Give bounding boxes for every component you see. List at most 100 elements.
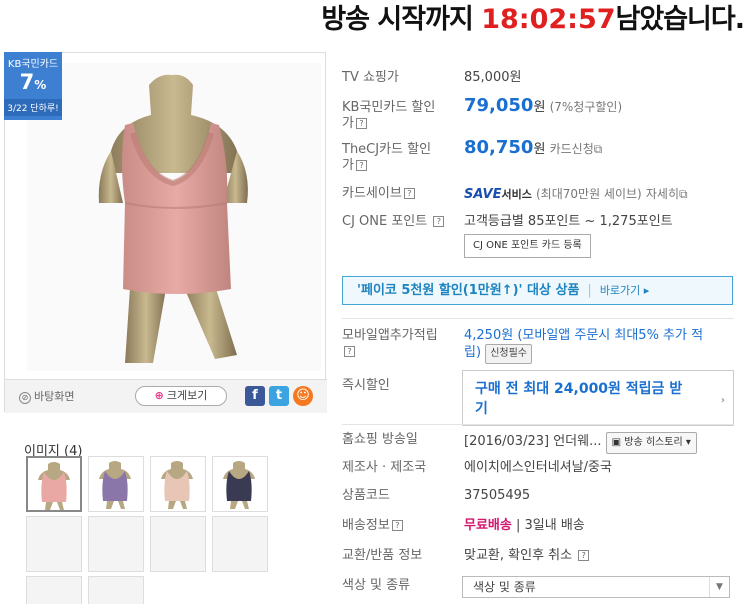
cj-price-value: 80,750 [464,137,534,158]
cj-one-label-text: CJ ONE 포인트 [342,214,428,229]
shipping-label: 배송정보? [342,518,403,534]
kb-price-value: 79,050 [464,95,534,116]
popup-icon: ⧉ [593,142,603,156]
code-value: 37505495 [464,488,531,503]
thumbnail-1[interactable] [26,456,82,512]
instant-label: 즉시할인 [342,378,390,393]
countdown-banner: 방송 시작까지 18:02:57남았습니다. [0,0,750,42]
tv-price-label: TV 쇼핑가 [342,70,399,85]
broadcast-history-button[interactable]: ▣ 방송 히스토리 ▾ [605,432,697,454]
countdown-suffix: 남았습니다. [615,4,745,35]
maker-value: 에이치에스인터네셔날/중국 [464,460,612,475]
wallpaper-button[interactable]: ⊘ 바탕화면 [19,388,74,404]
cj-price: 80,750원 카드신청⧉ [464,137,603,158]
help-icon[interactable]: ? [433,216,445,227]
chevron-right-icon: ▸ [640,284,650,297]
code-label: 상품코드 [342,488,390,503]
broadcast-history-label: 방송 히스토리 [624,437,683,448]
instant-line-1: 구매 전 최대 24,000원 적립금 받 [475,381,683,397]
kb-rate-value: 7 [19,70,35,94]
thumbnail-empty-slot [26,576,82,604]
help-icon[interactable]: ? [578,550,590,561]
help-icon[interactable]: ? [344,346,355,357]
cj-price-label: TheCJ카드 할인 가? [342,142,431,174]
me2day-icon[interactable]: ☺ [293,386,313,406]
thumbnail-3[interactable] [150,456,206,512]
kb-rate-unit: % [34,78,47,92]
divider [342,318,734,319]
card-save-detail-link[interactable]: 자세히 [646,187,679,201]
payco-separator: | [587,283,592,298]
thumbnail-4[interactable] [212,456,268,512]
chevron-down-icon: ▼ [709,577,729,597]
option-select[interactable]: 색상 및 종류 ▼ [462,576,730,598]
cj-price-label-1: TheCJ카드 할인 [342,142,432,157]
cj-price-unit: 원 [533,142,546,157]
help-icon[interactable]: ? [355,160,367,171]
card-save-label: 카드세이브? [342,186,415,202]
cj-one-value: 고객등급별 85포인트 ~ 1,275포인트 [464,214,673,229]
free-shipping: 무료배송 [464,518,512,533]
mannequin-image [98,74,248,363]
cj-one-label: CJ ONE 포인트 ? [342,214,445,230]
shipping-label-text: 배송정보 [342,518,390,533]
help-icon[interactable]: ? [391,520,403,531]
broadcast-row: [2016/03/23] 언더웨... ▣ 방송 히스토리 ▾ [464,432,697,454]
thumbnail-empty-slot [26,516,82,572]
shipping-value: 무료배송 | 3일내 배송 [464,518,585,533]
mobile-amount: 4,250원 [464,328,514,343]
kb-price-label-2: 가 [342,116,354,131]
instant-discount-box[interactable]: 구매 전 최대 24,000원 적립금 받기 › [462,370,734,426]
mobile-label-text: 모바일앱추가적립 [342,328,438,343]
cj-one-register-button[interactable]: CJ ONE 포인트 카드 등록 [464,234,591,258]
thumbnail-empty-slot [88,516,144,572]
image-toolbar: ⊘ 바탕화면 ⊕ 크게보기 f t ☺ [5,379,327,413]
payco-text: '페이코 5천원 할인(1만원↑)' 대상 상품 [357,283,580,298]
help-icon[interactable]: ? [355,118,367,129]
maker-label: 제조사 · 제조국 [342,460,427,475]
broadcast-date: [2016/03/23] 언더웨... [464,434,602,449]
shipping-note: 3일내 배송 [524,518,585,533]
magnifier-icon: ⊕ [154,389,164,402]
payco-banner[interactable]: '페이코 5천원 할인(1만원↑)' 대상 상품 | 바로가기 ▸ [342,276,733,305]
card-save-note: (최대70만원 세이브) [536,187,642,201]
kb-price-note: (7%청구할인) [549,100,623,114]
popup-icon: ⧉ [679,187,688,201]
save-brand: SAVE [464,187,502,202]
kb-price-label: KB국민카드 할인 가? [342,100,435,132]
mobile-note-1: (모바일앱 주문시 최대5% 추가 적 [517,328,704,343]
apply-required-tag[interactable]: 신청필수 [485,344,532,364]
tv-icon: ▣ [611,437,622,448]
thumbnail-empty-slot [150,516,206,572]
cj-one-register: CJ ONE 포인트 카드 등록 [464,234,591,258]
kb-price: 79,050원 (7%청구할인) [464,95,623,116]
product-main-image[interactable] [27,63,321,371]
mobile-value: 4,250원 (모바일앱 주문시 최대5% 추가 적 립) 신청필수 [464,328,746,364]
kb-badge-period: 3/22 단하루! [4,99,62,116]
payco-go-link[interactable]: 바로가기 [600,284,640,297]
zoom-label: 크게보기 [166,389,208,402]
card-apply-link[interactable]: 카드신청 [550,142,594,156]
tv-price-value: 85,000원 [464,70,522,85]
card-save: SAVE서비스 (최대70만원 세이브) 자세히⧉ [464,186,688,203]
kb-badge-card: KB국민카드 [7,59,59,70]
broadcast-label: 홈쇼핑 방송일 [342,432,418,447]
countdown-prefix: 방송 시작까지 [321,4,473,35]
kb-price-unit: 원 [533,100,546,115]
card-save-label-text: 카드세이브 [342,186,402,201]
twitter-icon[interactable]: t [269,386,289,406]
chevron-right-icon: › [720,395,725,406]
mobile-label: 모바일앱추가적립? [342,328,438,360]
wallpaper-icon: ⊘ [19,392,31,404]
zoom-button[interactable]: ⊕ 크게보기 [135,386,227,406]
countdown-time: 18:02:57 [481,4,616,35]
option-select-value: 색상 및 종류 [473,580,536,594]
exchange-label: 교환/반품 정보 [342,548,423,563]
kb-price-label-1: KB국민카드 할인 [342,100,436,115]
option-label: 색상 및 종류 [342,578,411,593]
exchange-text: 맞교환, 확인후 취소 [464,548,573,563]
facebook-icon[interactable]: f [245,386,265,406]
help-icon[interactable]: ? [403,188,415,199]
thumbnail-2[interactable] [88,456,144,512]
instant-line-2: 기 [475,401,488,417]
